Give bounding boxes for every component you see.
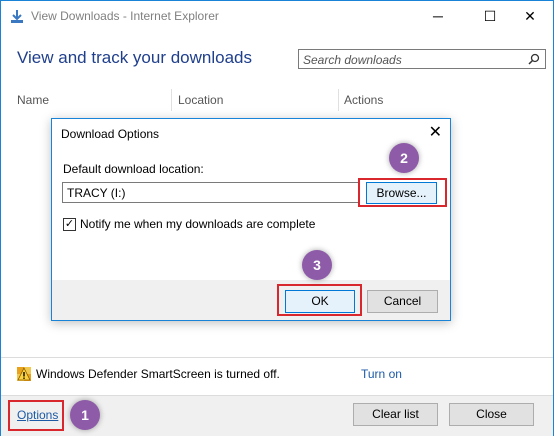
minimize-button[interactable]: ─ [415,1,461,32]
notify-checkbox[interactable]: ✓ [63,218,76,231]
callout-badge-3: 3 [302,250,332,280]
smartscreen-shield-icon [17,367,31,381]
notify-checkbox-label[interactable]: Notify me when my downloads are complete [80,217,315,231]
callout-badge-1: 1 [70,400,100,430]
callout-badge-2: 2 [389,143,419,173]
clear-list-button[interactable]: Clear list [353,403,438,426]
close-window-button[interactable]: ✕ [507,1,553,32]
column-divider [171,89,172,111]
search-icon[interactable] [528,53,540,65]
window-title: View Downloads - Internet Explorer [31,9,219,23]
turn-on-link[interactable]: Turn on [361,367,402,381]
options-highlight-box [8,400,64,431]
column-divider [338,89,339,111]
download-arrow-icon [11,10,23,23]
close-button[interactable]: Close [449,403,534,426]
download-location-value: TRACY (I:) [67,186,126,200]
column-header-actions[interactable]: Actions [344,93,383,107]
cancel-button[interactable]: Cancel [367,290,438,313]
dialog-title: Download Options [61,127,160,141]
smartscreen-status-text: Windows Defender SmartScreen is turned o… [36,367,280,381]
title-bar: View Downloads - Internet Explorer ─ ☐ ✕ [1,1,553,32]
column-header-location[interactable]: Location [178,93,223,107]
ok-highlight-box [277,284,362,316]
download-location-field[interactable]: TRACY (I:) [62,182,359,203]
page-title: View and track your downloads [17,48,252,67]
browse-highlight-box [358,178,447,207]
dialog-close-icon[interactable]: ✕ [429,122,442,142]
search-input[interactable]: Search downloads [298,49,546,69]
column-header-name[interactable]: Name [17,93,49,107]
search-placeholder: Search downloads [303,53,402,67]
download-location-label: Default download location: [63,162,204,176]
